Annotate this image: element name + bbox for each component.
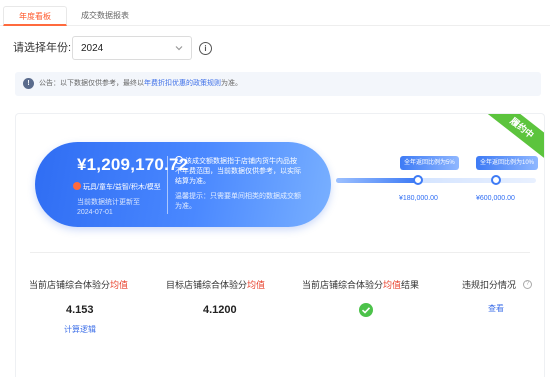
milestone-value-1: ¥180,000.00 (399, 195, 438, 202)
update-date: 2024-07-01 (77, 209, 113, 216)
milestone-value-2: ¥600,000.00 (476, 195, 515, 202)
notice-bar: ! 公告：以下数据仅供参考，最终以年费折扣优惠的政策规则为准。 (15, 72, 541, 96)
year-select-value: 2024 (81, 43, 104, 54)
notice-suffix: 为准。 (221, 80, 242, 87)
metric-label-text: 目标店铺综合体验分 (166, 280, 248, 290)
year-select[interactable]: 2024 (72, 36, 192, 60)
check-success-icon (359, 303, 373, 317)
metric-label-current-score: 当前店铺综合体验分均值 (29, 279, 128, 292)
info-icon[interactable]: i (199, 42, 212, 55)
notice-policy-link[interactable]: 年费折扣优惠的政策规则 (144, 80, 221, 87)
category-line: 玩具/童车/益智/积木/模型 (73, 182, 161, 193)
metric-label-target-score: 目标店铺综合体验分均值 (166, 279, 265, 292)
amount-description: 该成交额数据指于店铺内货牛内品按不年费范围，当前数据仅供参考，以实际结算为准。 (175, 156, 303, 187)
metric-label-score-result: 当前店铺综合体验分均值结果 (302, 279, 419, 292)
milestone-label-2: 全年返回比例为10% (476, 156, 539, 170)
tab-transaction-report[interactable]: 成交数据报表 (74, 6, 136, 26)
metric-label-highlight: 均值 (383, 280, 402, 290)
milestone-node-1 (413, 175, 423, 185)
milestone-node-2 (491, 175, 501, 185)
milestone-label-1: 全年返回比例为5% (400, 156, 459, 170)
target-score-value: 4.1200 (203, 304, 237, 316)
chevron-down-icon (175, 46, 183, 51)
annual-summary-card: 履约中 ¥1,209,170.72 玩具/童车/益智/积木/模型 当前数据统计更… (15, 113, 545, 377)
view-violations-link[interactable]: 查看 (488, 303, 504, 315)
metric-label-highlight: 均值 (247, 280, 266, 290)
category-icon (73, 182, 81, 190)
metric-label-violations: 违规扣分情况 (462, 280, 517, 290)
help-icon[interactable]: ? (523, 280, 532, 289)
notice-text: 公告：以下数据仅供参考，最终以年费折扣优惠的政策规则为准。 (39, 78, 242, 90)
notice-prefix: 公告：以下数据仅供参考，最终以 (39, 80, 144, 87)
metric-label-highlight: 均值 (110, 280, 129, 290)
year-filter-label: 请选择年份: (13, 42, 72, 54)
amount-panel: ¥1,209,170.72 玩具/童车/益智/积木/模型 当前数据统计更新至 2… (35, 142, 331, 227)
rebate-progress: 全年返回比例为5% 全年返回比例为10% ¥180,000.00 ¥600,00… (336, 144, 541, 224)
category-text: 玩具/童车/益智/积木/模型 (83, 184, 161, 191)
update-label: 当前数据统计更新至 (77, 199, 140, 206)
metric-label-text: 当前店铺综合体验分 (302, 280, 384, 290)
tab-annual-board[interactable]: 年度看板 (3, 6, 67, 26)
current-score-value: 4.153 (66, 304, 94, 316)
card-divider (30, 252, 530, 253)
transaction-amount: ¥1,209,170.72 (77, 155, 189, 174)
amount-hint: 温馨提示：只需要单间相类的数据成交额为准。 (175, 193, 301, 210)
panel-divider (167, 156, 168, 214)
calculation-logic-link[interactable]: 计算逻辑 (64, 324, 96, 336)
amount-description-text: 该成交额数据指于店铺内货牛内品按不年费范围，当前数据仅供参考，以实际结算为准。 (175, 158, 301, 185)
clock-icon (175, 156, 183, 164)
metric-label-text: 当前店铺综合体验分 (29, 280, 111, 290)
progress-fill (336, 178, 416, 183)
tab-bar: 年度看板 成交数据报表 (0, 0, 550, 26)
notice-icon: ! (23, 78, 34, 89)
metric-label-suffix: 结果 (401, 280, 420, 290)
